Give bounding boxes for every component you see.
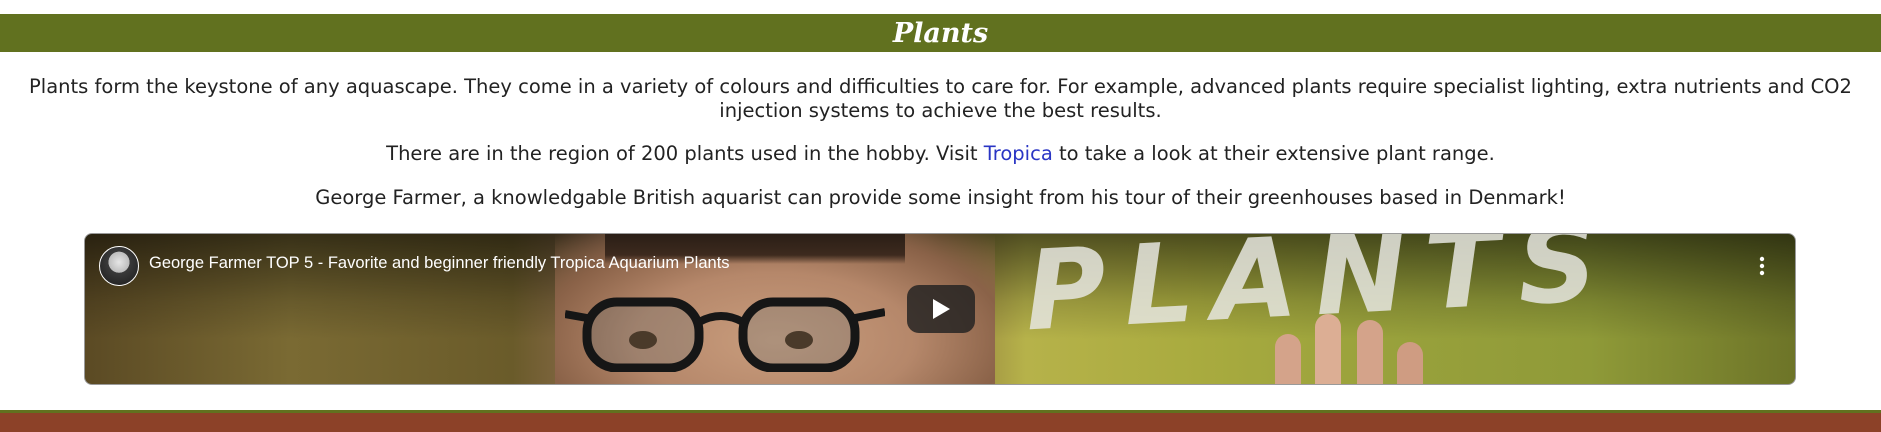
- george-farmer-paragraph: George Farmer, a knowledgable British aq…: [315, 186, 1566, 209]
- tropica-paragraph-text-before: There are in the region of 200 plants us…: [386, 142, 984, 165]
- top-spacer: [0, 0, 1881, 14]
- more-vert-icon[interactable]: [1759, 256, 1765, 276]
- section-header: Plants: [0, 14, 1881, 52]
- tropica-paragraph: There are in the region of 200 plants us…: [0, 142, 1881, 166]
- video-thumbnail-glasses: [565, 297, 885, 372]
- section-title: Plants: [892, 17, 989, 49]
- video-title[interactable]: George Farmer TOP 5 - Favorite and begin…: [149, 254, 730, 273]
- tropica-link[interactable]: Tropica: [984, 142, 1053, 165]
- tropica-paragraph-text-after: to take a look at their extensive plant …: [1052, 142, 1495, 165]
- play-button[interactable]: [907, 285, 975, 333]
- intro-paragraph: Plants form the keystone of any aquascap…: [29, 75, 1852, 122]
- video-thumbnail-hand: [1275, 314, 1423, 384]
- play-icon: [933, 299, 950, 319]
- channel-avatar[interactable]: [99, 246, 139, 286]
- youtube-video-embed[interactable]: PLANTS George Farmer TOP 5 - Favorite an…: [84, 233, 1796, 385]
- next-section-header: [0, 413, 1881, 432]
